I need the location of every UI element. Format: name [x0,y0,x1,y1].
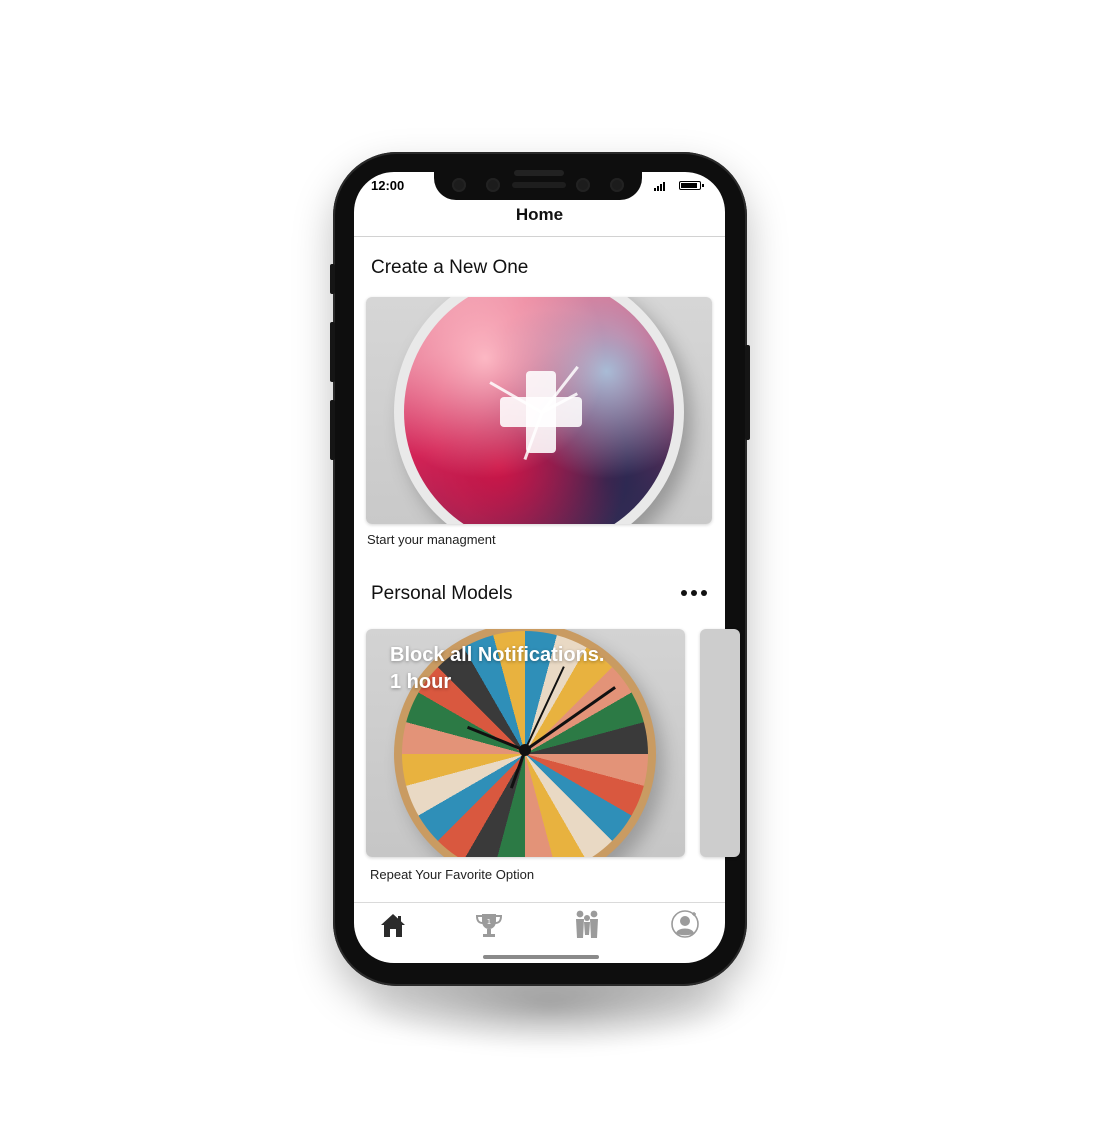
people-icon [576,910,598,938]
volume-down-button [330,400,335,460]
mute-switch [330,264,335,294]
create-section-title: Create a New One [371,257,529,278]
notch [434,170,642,200]
power-button [745,345,750,440]
signal-icon [654,181,668,191]
svg-text:1: 1 [487,918,491,926]
nav-divider [354,236,725,237]
personal-card-overlay: Block all Notifications. 1 hour [390,642,650,696]
next-model-card[interactable] [700,629,740,857]
watercolor-clock-image [394,297,684,524]
trophy-icon: 1 [475,914,503,937]
plus-icon [526,371,556,453]
overlay-line-2: 1 hour [390,671,452,693]
tab-trophy[interactable]: 1 [474,910,504,940]
overlay-line-1: Block all Notifications. [390,644,605,666]
home-icon [381,914,405,937]
create-card-caption: Start your managment [367,532,496,547]
profile-icon [671,910,699,938]
personal-section-title: Personal Models [371,583,513,604]
tab-bar-divider [354,902,725,903]
create-new-card[interactable] [366,297,712,524]
more-horizontal-icon[interactable] [681,590,707,596]
status-time: 12:00 [371,178,405,193]
page-title: Home [515,205,564,224]
tab-home[interactable] [378,910,408,940]
tab-profile[interactable] [670,909,700,939]
tab-community[interactable] [571,908,601,938]
home-indicator[interactable] [483,955,599,959]
battery-icon [679,181,704,190]
personal-card-caption: Repeat Your Favorite Option [370,867,535,882]
volume-up-button [330,322,335,382]
